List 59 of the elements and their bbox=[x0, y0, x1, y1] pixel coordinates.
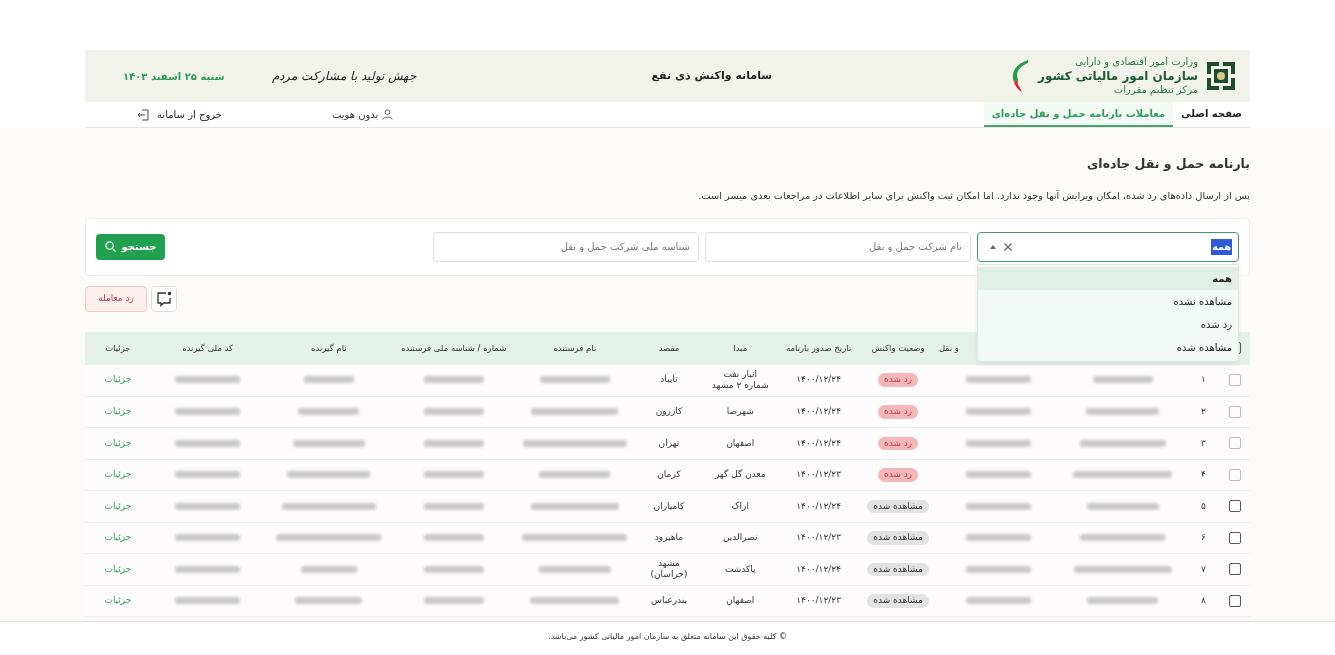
destination-text: تهران bbox=[658, 437, 680, 448]
origin-text: پاکدشت bbox=[724, 563, 756, 574]
origin-text: اصفهان bbox=[726, 595, 755, 606]
date-text: ۱۴۰۰/۱۲/۲۳ bbox=[796, 469, 841, 480]
row-number: ۴ bbox=[1201, 469, 1206, 480]
origin-text: نصرالدین bbox=[722, 532, 758, 543]
destination-text: ماهیرود bbox=[654, 532, 684, 543]
column-header: وضعیت واکنش bbox=[871, 342, 925, 353]
user-status: بدون هویت bbox=[331, 108, 379, 122]
destination-text: کازرون bbox=[655, 406, 683, 417]
info-note: پس از ارسال داده‌های رد شده، امکان ویرایش آنها وجود ندارد. اما امکان ثبت واکنش برای سایر اطلاعات در مراجعات بعدی میسر است. bbox=[697, 189, 1250, 204]
date-text: ۱۴۰۰/۱۲/۲۴ bbox=[796, 437, 841, 448]
ministry-name: وزارت امور اقتصادی و دارایی bbox=[1074, 56, 1198, 69]
date-text: ۱۴۰۰/۱۲/۲۳ bbox=[796, 595, 841, 606]
unit-name: مرکز تنظیم مقررات bbox=[1112, 83, 1198, 96]
column-header: جزئیات bbox=[105, 342, 131, 353]
column-header: مقصد bbox=[658, 342, 680, 353]
status-badge: مشاهده شده bbox=[867, 499, 929, 514]
destination-text: کرمان bbox=[657, 469, 681, 480]
status-badge: رد شده bbox=[878, 436, 919, 451]
status-badge: مشاهده شده bbox=[867, 562, 929, 577]
destination-text: کامیاران bbox=[653, 500, 685, 511]
column-header: تاریخ صدور بارنامه bbox=[785, 342, 852, 353]
origin-text: اصفهان bbox=[726, 437, 755, 448]
row-number: ۲ bbox=[1201, 406, 1206, 417]
date-text: ۱۴۰۰/۱۲/۲۴ bbox=[796, 500, 841, 511]
date-text: ۱۴۰۰/۱۲/۲۴ bbox=[796, 563, 841, 574]
status-badge: رد شده bbox=[878, 468, 919, 482]
column-header: و نقل bbox=[938, 342, 959, 353]
origin-text: انبار نفت شماره ۲ مشهد bbox=[711, 368, 769, 391]
page-title: بارنامه حمل و نقل جاده‌ای bbox=[1085, 155, 1250, 171]
date-text: ۱۴۰۰/۱۲/۲۴ bbox=[796, 374, 841, 385]
origin-text: اراک bbox=[731, 500, 749, 511]
column-header: مبدا bbox=[733, 342, 748, 353]
status-badge: رد شده bbox=[878, 373, 919, 388]
date-text: شنبه ۲۵ اسفند ۱۴۰۳ bbox=[123, 69, 225, 84]
row-number: ۵ bbox=[1201, 500, 1206, 511]
row-number: ۷ bbox=[1201, 563, 1206, 574]
destination-text: بندرعباس bbox=[650, 595, 687, 606]
column-header: کد ملی گیرنده bbox=[182, 342, 234, 353]
origin-text: معدن گل گهر bbox=[714, 469, 766, 480]
destination-text: مشهد (خراسان) bbox=[650, 557, 688, 580]
row-number: ۶ bbox=[1201, 532, 1206, 543]
date-text: ۱۴۰۰/۱۲/۲۳ bbox=[796, 532, 841, 543]
row-number: ۱ bbox=[1201, 374, 1206, 385]
slogan-text: جهش تولید با مشارکت مردم bbox=[272, 68, 416, 85]
organization-name: سازمان امور مالیاتی کشور bbox=[1038, 68, 1198, 84]
destination-text: تایباد bbox=[660, 374, 678, 385]
origin-text: شهرضا bbox=[726, 406, 754, 417]
column-header: شماره / شناسه ملی فرستنده bbox=[401, 342, 507, 353]
status-badge: مشاهده شده bbox=[867, 531, 929, 545]
row-number: ۸ bbox=[1201, 595, 1206, 606]
status-badge: رد شده bbox=[878, 405, 919, 419]
status-badge: مشاهده شده bbox=[867, 594, 929, 608]
row-number: ۳ bbox=[1201, 437, 1206, 448]
column-header: نام فرستنده bbox=[553, 342, 597, 353]
column-header: نام گیرنده bbox=[311, 342, 347, 353]
system-title: سامانه واکنش ذی نفع bbox=[651, 67, 773, 84]
date-text: ۱۴۰۰/۱۲/۲۴ bbox=[796, 406, 841, 417]
